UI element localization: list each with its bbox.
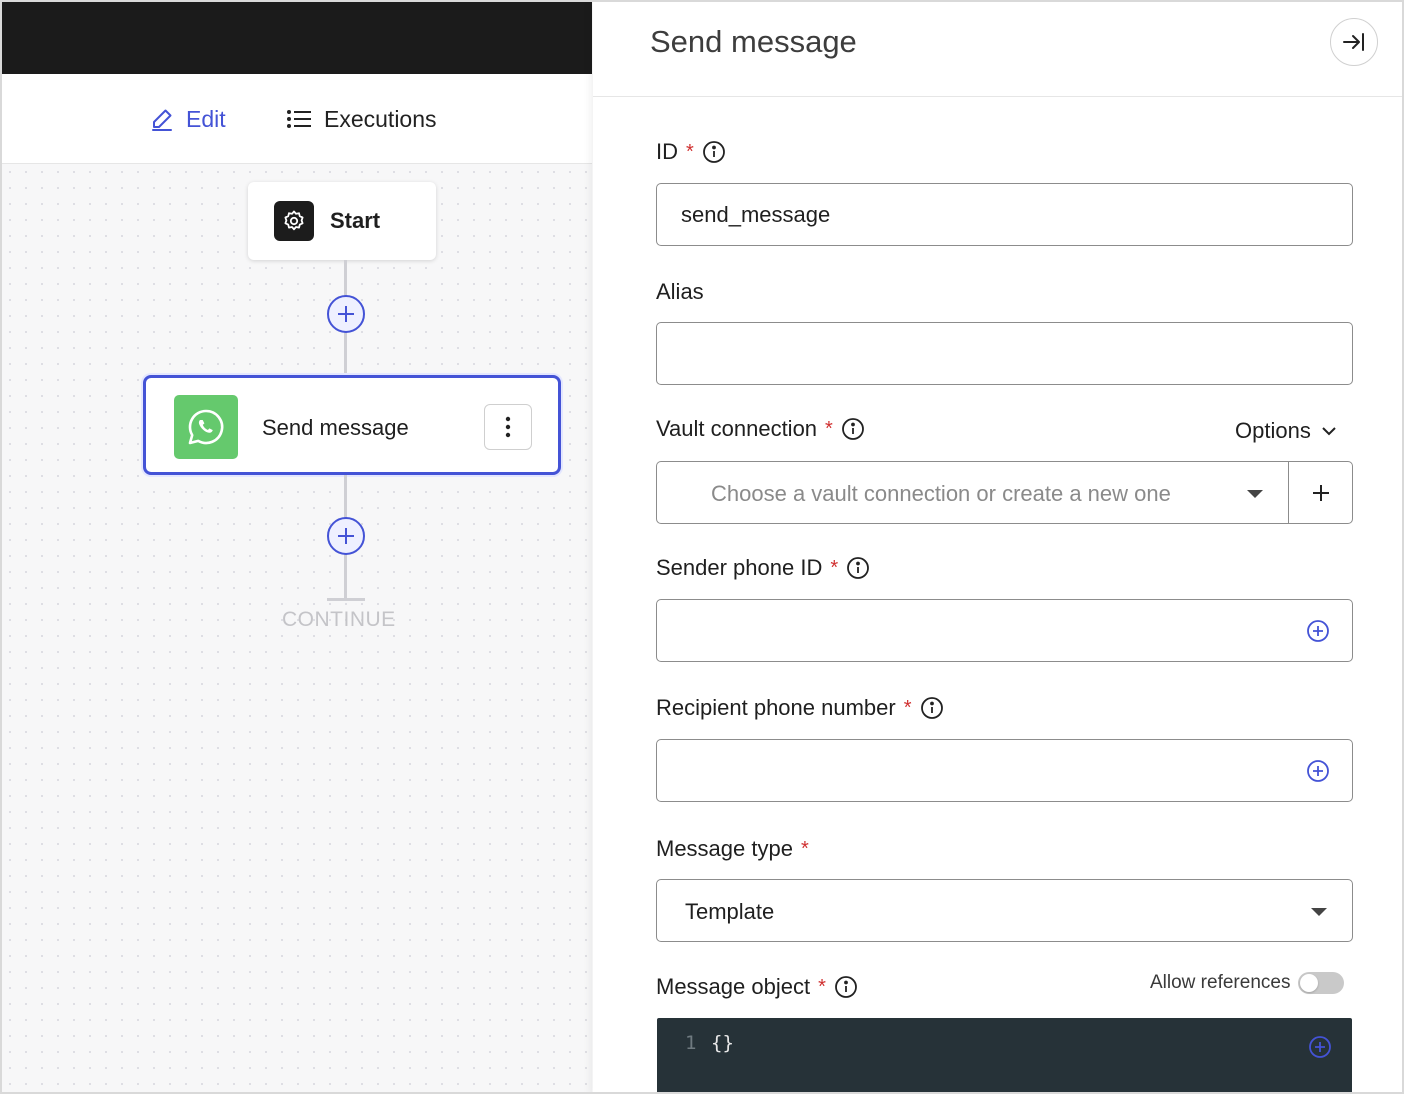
id-label-text: ID	[656, 139, 678, 164]
allow-references: Allow references	[1150, 972, 1345, 994]
workflow-area: Edit Executions Start Send message CONTI…	[2, 2, 592, 1092]
info-icon[interactable]	[841, 417, 865, 441]
id-input[interactable]	[656, 183, 1353, 246]
alias-input[interactable]	[656, 322, 1353, 385]
gear-icon	[274, 201, 314, 241]
sender-phone-input[interactable]	[656, 599, 1353, 662]
allow-references-label: Allow references	[1150, 972, 1291, 993]
panel-header: Send message	[593, 2, 1402, 97]
view-tabs: Edit Executions	[2, 74, 592, 164]
vault-connection-select[interactable]: Choose a vault connection or create a ne…	[656, 461, 1289, 524]
required-marker: *	[818, 975, 826, 998]
recipient-phone-label-text: Recipient phone number	[656, 695, 896, 720]
panel-title: Send message	[650, 24, 857, 59]
vault-connection-placeholder: Choose a vault connection or create a ne…	[711, 481, 1171, 506]
message-type-value: Template	[685, 899, 775, 924]
caret-down-icon	[1247, 490, 1263, 498]
add-reference-icon[interactable]	[1306, 759, 1330, 783]
top-bar	[2, 2, 592, 74]
collapse-panel-button[interactable]	[1330, 18, 1378, 66]
required-marker: *	[800, 837, 809, 860]
tab-edit-label: Edit	[186, 105, 226, 132]
node-menu-button[interactable]	[484, 404, 532, 450]
start-node-label: Start	[330, 208, 381, 233]
vault-field-label: Vault connection *	[656, 416, 865, 442]
alias-label-text: Alias	[656, 279, 704, 304]
info-icon[interactable]	[702, 140, 726, 164]
whatsapp-icon	[174, 395, 238, 459]
id-field-label: ID *	[656, 139, 726, 165]
pencil-icon	[150, 107, 174, 131]
add-step-button[interactable]	[327, 295, 365, 333]
message-type-select[interactable]: Template	[656, 879, 1353, 942]
tab-executions-label: Executions	[324, 105, 437, 132]
allow-references-toggle[interactable]	[1298, 972, 1345, 994]
info-icon[interactable]	[834, 975, 858, 999]
message-object-code-editor[interactable]: 1 {}	[657, 1018, 1352, 1092]
add-reference-icon[interactable]	[1306, 619, 1330, 643]
required-marker: *	[830, 556, 839, 579]
tab-executions[interactable]: Executions	[286, 102, 437, 136]
info-icon[interactable]	[920, 696, 944, 720]
vault-label-text: Vault connection	[656, 416, 818, 441]
send-message-node[interactable]: Send message	[143, 375, 561, 475]
required-marker: *	[686, 140, 694, 163]
recipient-phone-input[interactable]	[656, 739, 1353, 802]
chevron-down-icon	[1322, 427, 1336, 436]
message-object-field-label: Message object *	[656, 974, 858, 1000]
sender-phone-label-text: Sender phone ID	[656, 555, 823, 580]
options-label: Options	[1235, 418, 1311, 443]
code-line-number: 1	[685, 1032, 697, 1054]
code-content: {}	[711, 1032, 734, 1054]
add-step-button[interactable]	[327, 517, 365, 555]
kebab-icon	[505, 416, 511, 438]
caret-down-icon	[1311, 908, 1327, 916]
required-marker: *	[825, 417, 833, 440]
message-type-label-text: Message type	[656, 836, 793, 861]
collapse-right-icon	[1343, 33, 1364, 51]
start-node[interactable]: Start	[248, 182, 436, 260]
list-icon	[286, 109, 312, 129]
toggle-knob	[1300, 974, 1319, 992]
required-marker: *	[903, 696, 912, 719]
plus-icon	[1312, 484, 1329, 501]
info-icon[interactable]	[846, 556, 870, 580]
app-frame: Edit Executions Start Send message CONTI…	[0, 0, 1404, 1094]
step-config-panel: Send message ID * Alias Vault connection…	[593, 2, 1402, 1092]
options-dropdown-toggle[interactable]: Options	[1235, 418, 1337, 444]
connector-end-bar	[327, 598, 365, 601]
continue-label: CONTINUE	[282, 608, 396, 631]
recipient-phone-field-label: Recipient phone number *	[656, 695, 944, 721]
message-object-label-text: Message object	[656, 974, 811, 999]
add-vault-connection-button[interactable]	[1288, 461, 1353, 524]
send-message-node-label: Send message	[262, 415, 409, 440]
add-reference-icon[interactable]	[1308, 1035, 1332, 1064]
message-type-field-label: Message type *	[656, 836, 809, 862]
sender-phone-field-label: Sender phone ID *	[656, 555, 870, 581]
tab-edit[interactable]: Edit	[150, 102, 226, 136]
alias-field-label: Alias	[656, 279, 704, 305]
